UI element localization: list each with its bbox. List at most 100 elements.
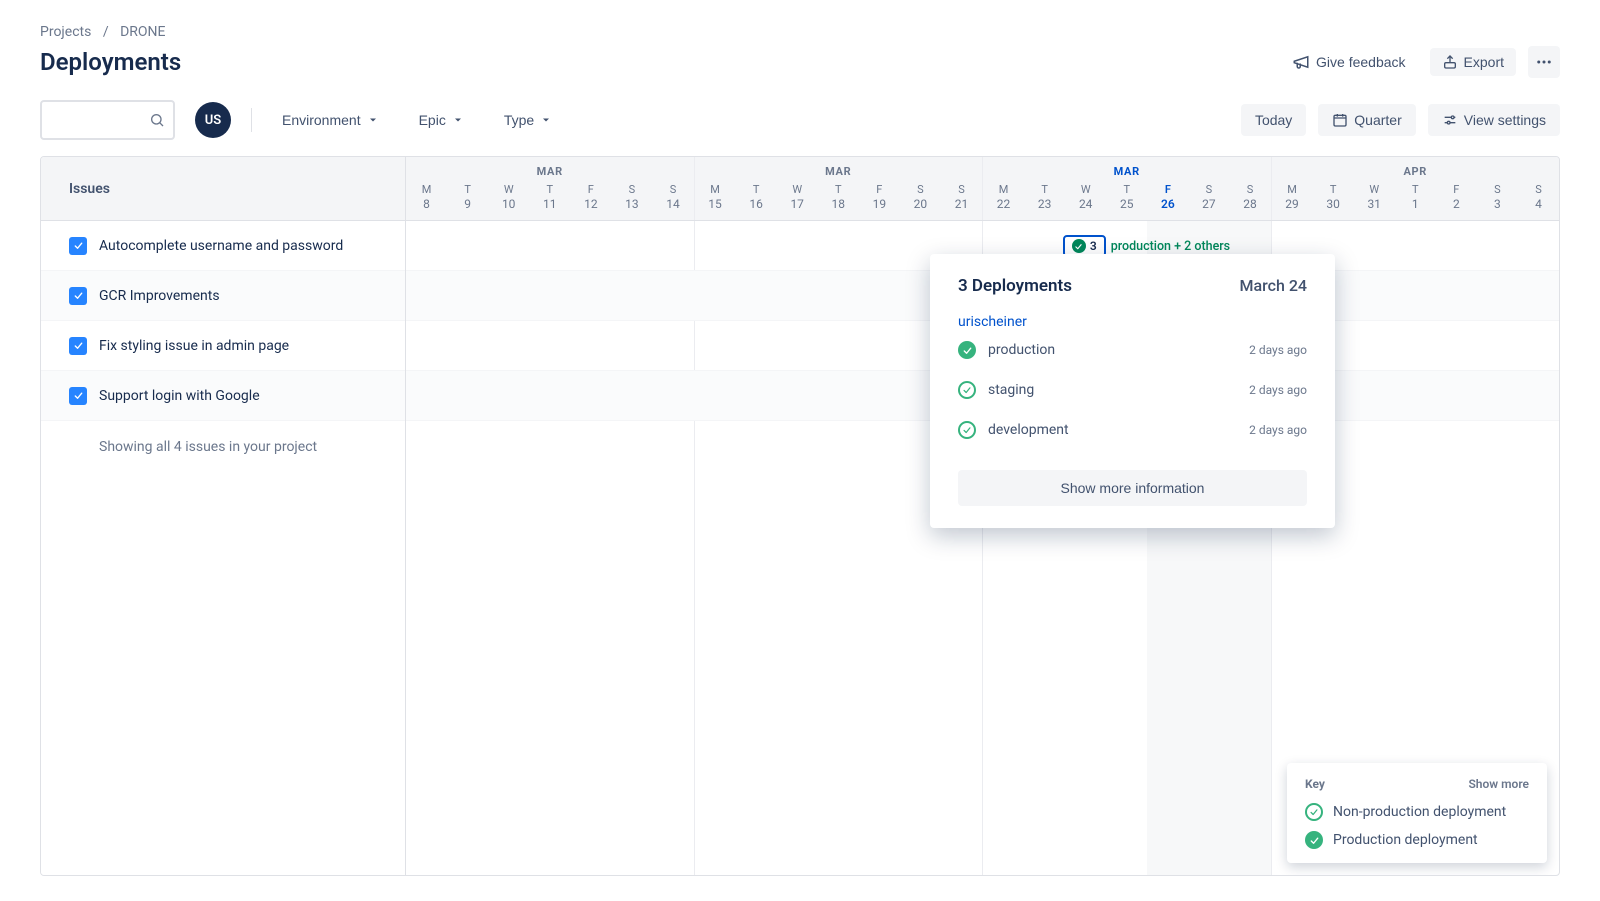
- search-input[interactable]: [40, 100, 175, 140]
- chevron-down-icon: [540, 114, 552, 126]
- env-time: 2 days ago: [1249, 343, 1307, 357]
- day-column-header: M8: [406, 181, 447, 220]
- day-column-header: W17: [777, 181, 818, 220]
- env-name: staging: [988, 382, 1034, 398]
- day-column-header: T16: [736, 181, 777, 220]
- issue-title: Fix styling issue in admin page: [99, 338, 289, 354]
- day-column-header: T30: [1313, 181, 1354, 220]
- breadcrumb-root[interactable]: Projects: [40, 24, 91, 40]
- popover-env-row[interactable]: production 2 days ago: [958, 330, 1307, 370]
- sliders-icon: [1442, 112, 1458, 128]
- check-circle-icon: [1072, 239, 1086, 253]
- issue-row[interactable]: GCR Improvements: [41, 271, 405, 321]
- issue-title: GCR Improvements: [99, 288, 220, 304]
- view-settings-label: View settings: [1464, 112, 1546, 128]
- check-circle-solid-icon: [1305, 831, 1323, 849]
- check-circle-outline-icon: [958, 381, 976, 399]
- issue-title: Support login with Google: [99, 388, 260, 404]
- day-column-header: S3: [1477, 181, 1518, 220]
- issues-footer: Showing all 4 issues in your project: [41, 421, 405, 455]
- issue-row[interactable]: Support login with Google: [41, 371, 405, 421]
- month-label: MAR: [983, 157, 1271, 181]
- day-column-header: S14: [652, 181, 693, 220]
- day-column-header: T23: [1024, 181, 1065, 220]
- day-column-header: M15: [695, 181, 736, 220]
- day-column-header: W24: [1065, 181, 1106, 220]
- day-column-header: S4: [1518, 181, 1559, 220]
- epic-filter[interactable]: Epic: [409, 106, 474, 134]
- chevron-down-icon: [367, 114, 379, 126]
- check-circle-outline-icon: [958, 421, 976, 439]
- popover-env-row[interactable]: development 2 days ago: [958, 410, 1307, 450]
- quarter-button[interactable]: Quarter: [1318, 104, 1415, 136]
- more-icon: [1535, 53, 1553, 71]
- day-column-header: W10: [488, 181, 529, 220]
- show-more-button[interactable]: Show more information: [958, 470, 1307, 506]
- deployment-count: 3: [1090, 239, 1097, 253]
- environment-filter[interactable]: Environment: [272, 106, 389, 134]
- chevron-down-icon: [452, 114, 464, 126]
- deployment-popover: 3 Deployments March 24 urischeiner produ…: [930, 254, 1335, 528]
- user-avatar[interactable]: US: [195, 102, 231, 138]
- give-feedback-button[interactable]: Give feedback: [1280, 47, 1418, 77]
- breadcrumb-project[interactable]: DRONE: [120, 24, 165, 40]
- day-column-header: W31: [1354, 181, 1395, 220]
- deployment-label: production + 2 others: [1111, 239, 1230, 254]
- epic-filter-label: Epic: [419, 112, 446, 128]
- popover-env-row[interactable]: staging 2 days ago: [958, 370, 1307, 410]
- env-name: development: [988, 422, 1069, 438]
- legend-title: Key: [1305, 777, 1325, 791]
- issue-row[interactable]: Fix styling issue in admin page: [41, 321, 405, 371]
- environment-filter-label: Environment: [282, 112, 361, 128]
- type-filter-label: Type: [504, 112, 534, 128]
- type-filter[interactable]: Type: [494, 106, 562, 134]
- legend-row: Non-production deployment: [1305, 803, 1529, 821]
- day-column-header: T11: [529, 181, 570, 220]
- day-column-header: S20: [900, 181, 941, 220]
- check-circle-solid-icon: [958, 341, 976, 359]
- day-column-header: T1: [1395, 181, 1436, 220]
- task-icon: [69, 287, 87, 305]
- today-button[interactable]: Today: [1241, 104, 1306, 136]
- day-column-header: M29: [1272, 181, 1313, 220]
- month-label: MAR: [695, 157, 983, 181]
- legend-panel: Key Show more Non-production deployment P…: [1287, 763, 1547, 863]
- check-circle-outline-icon: [1305, 803, 1323, 821]
- popover-date: March 24: [1239, 276, 1307, 295]
- day-column-header: S21: [941, 181, 982, 220]
- divider: [251, 108, 252, 132]
- issue-row[interactable]: Autocomplete username and password: [41, 221, 405, 271]
- env-time: 2 days ago: [1249, 383, 1307, 397]
- legend-show-more[interactable]: Show more: [1468, 777, 1529, 791]
- day-column-header: S27: [1188, 181, 1229, 220]
- day-column-header: F12: [570, 181, 611, 220]
- give-feedback-label: Give feedback: [1316, 54, 1406, 70]
- task-icon: [69, 387, 87, 405]
- breadcrumb: Projects / DRONE: [40, 24, 1560, 40]
- popover-title: 3 Deployments: [958, 276, 1072, 296]
- day-column-header: T25: [1106, 181, 1147, 220]
- day-column-header: F19: [859, 181, 900, 220]
- task-icon: [69, 337, 87, 355]
- day-column-header: S28: [1229, 181, 1270, 220]
- export-button[interactable]: Export: [1430, 48, 1516, 76]
- month-label: MAR: [406, 157, 694, 181]
- env-name: production: [988, 342, 1055, 358]
- issue-title: Autocomplete username and password: [99, 238, 343, 254]
- legend-label: Production deployment: [1333, 832, 1478, 848]
- day-column-header: F26: [1147, 181, 1188, 220]
- popover-user-link[interactable]: urischeiner: [958, 314, 1027, 330]
- legend-label: Non-production deployment: [1333, 804, 1506, 820]
- day-column-header: T9: [447, 181, 488, 220]
- task-icon: [69, 237, 87, 255]
- export-icon: [1442, 54, 1458, 70]
- calendar-icon: [1332, 112, 1348, 128]
- legend-row: Production deployment: [1305, 831, 1529, 849]
- quarter-label: Quarter: [1354, 112, 1401, 128]
- search-icon: [149, 112, 165, 128]
- export-label: Export: [1464, 54, 1504, 70]
- day-column-header: F2: [1436, 181, 1477, 220]
- view-settings-button[interactable]: View settings: [1428, 104, 1560, 136]
- more-actions-button[interactable]: [1528, 46, 1560, 78]
- month-label: APR: [1272, 157, 1560, 181]
